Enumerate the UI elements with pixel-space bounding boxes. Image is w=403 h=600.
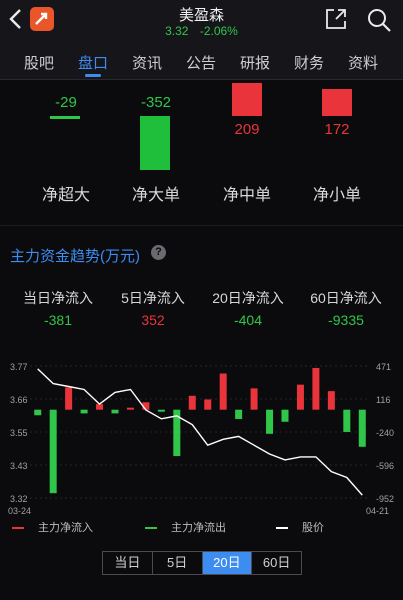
flow-label-super-large: 净超大 xyxy=(41,187,90,204)
stock-price: 3.32 xyxy=(165,24,189,38)
tab-announcements[interactable]: 公告 xyxy=(176,52,226,73)
x-end-label: 04-21 xyxy=(366,506,389,516)
period-5d-button[interactable]: 5日 xyxy=(153,552,203,574)
legend-outflow-swatch xyxy=(145,527,157,530)
period-selector: 当日 5日 20日 60日 xyxy=(102,551,302,575)
left-tick-label: 3.43 xyxy=(10,461,28,471)
tab-bar: 股吧 盘口 资讯 公告 研报 财务 资料 xyxy=(0,42,403,80)
flow-bar-super-large xyxy=(50,116,80,119)
flow-bar xyxy=(327,391,335,410)
flow-bar xyxy=(343,409,351,432)
search-icon[interactable] xyxy=(366,7,392,33)
tab-finance[interactable]: 财务 xyxy=(284,52,334,73)
top-bar: 美盈森 3.32 -2.06% xyxy=(0,0,403,42)
legend-price: 股价 xyxy=(276,519,324,535)
flow-value-medium: 209 xyxy=(234,121,260,138)
right-tick-label: -596 xyxy=(376,461,394,471)
flow-bar-medium xyxy=(232,83,262,116)
period-20d-button[interactable]: 20日 xyxy=(202,552,253,574)
flow-bar xyxy=(188,395,196,410)
flow-label-large: 净大单 xyxy=(131,187,180,204)
stock-change: -2.06% xyxy=(199,24,238,38)
active-tab-indicator xyxy=(85,74,101,77)
stat-value-20d: -404 xyxy=(233,312,263,328)
flow-bar xyxy=(266,409,274,434)
right-tick-label: -240 xyxy=(376,428,394,438)
right-tick-label: 471 xyxy=(376,362,391,372)
left-tick-label: 3.66 xyxy=(10,395,28,405)
tab-pankou[interactable]: 盘口 xyxy=(68,52,118,73)
flow-bar xyxy=(111,409,119,414)
tab-news[interactable]: 资讯 xyxy=(122,52,172,73)
stat-label-60d: 60日净流入 xyxy=(310,290,382,306)
tab-guba[interactable]: 股吧 xyxy=(14,52,64,73)
period-today-button[interactable]: 当日 xyxy=(103,552,153,574)
stat-label-20d: 20日净流入 xyxy=(212,290,284,306)
flow-label-medium: 净中单 xyxy=(222,187,271,204)
flow-bar xyxy=(34,409,42,416)
stat-label-5d: 5日净流入 xyxy=(121,290,185,306)
right-tick-label: -952 xyxy=(376,494,394,504)
legend-outflow: 主力净流出 xyxy=(145,519,226,535)
flow-value-super-large: -29 xyxy=(55,94,77,111)
section-divider xyxy=(0,225,403,226)
flow-bar xyxy=(49,409,57,494)
x-start-label: 03-24 xyxy=(8,506,31,516)
stat-label-today: 当日净流入 xyxy=(23,290,93,306)
flow-bar xyxy=(204,399,212,410)
flow-bar xyxy=(80,409,88,414)
capital-flow-chart: 3.77 471 3.66 116 3.55 -240 3.43 -596 3.32 -952 03… xyxy=(8,362,394,516)
legend-inflow-swatch xyxy=(12,527,24,530)
period-60d-button[interactable]: 60日 xyxy=(252,552,301,574)
tab-profile[interactable]: 资料 xyxy=(338,52,388,73)
flow-bar xyxy=(157,409,165,412)
flow-bar xyxy=(235,409,243,419)
tab-research[interactable]: 研报 xyxy=(230,52,280,73)
flow-label-small: 净小单 xyxy=(312,187,361,204)
left-tick-label: 3.55 xyxy=(10,428,28,438)
flow-bar xyxy=(65,387,73,410)
share-icon[interactable] xyxy=(324,7,348,31)
flow-bar-small xyxy=(322,89,352,116)
flow-bar xyxy=(281,409,289,422)
flow-bar-large xyxy=(140,116,170,170)
flow-bar xyxy=(358,409,366,447)
flow-bar xyxy=(96,404,104,410)
help-icon[interactable]: ? xyxy=(151,245,166,260)
order-flow-bars: -29 净超大 -352 净大单 209 净中单 172 净小单 xyxy=(0,80,403,210)
section-title: 主力资金趋势(万元) xyxy=(10,248,140,265)
flow-bar xyxy=(219,373,227,410)
stat-value-60d: -9335 xyxy=(328,312,364,328)
flow-bar xyxy=(250,388,258,410)
left-tick-label: 3.32 xyxy=(10,494,28,504)
stat-value-today: -381 xyxy=(43,312,73,328)
flow-value-small: 172 xyxy=(324,121,350,138)
legend-inflow: 主力净流入 xyxy=(12,519,93,535)
right-tick-label: 116 xyxy=(376,395,390,405)
flow-bar xyxy=(126,407,134,410)
stat-value-5d: 352 xyxy=(141,312,165,328)
flow-value-large: -352 xyxy=(140,94,172,111)
flow-bar xyxy=(296,384,304,410)
flow-bar xyxy=(312,367,320,410)
left-tick-label: 3.77 xyxy=(10,362,28,372)
legend-price-swatch xyxy=(276,527,288,530)
